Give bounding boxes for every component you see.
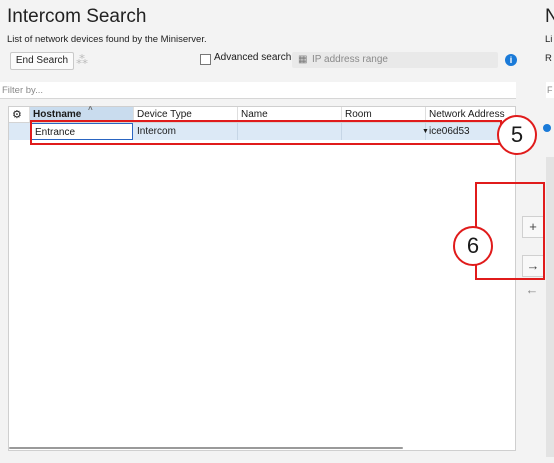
right-panel-filter-fragment: F	[547, 85, 553, 95]
filter-input[interactable]: Filter by...	[0, 82, 516, 99]
column-header-label: Hostname	[33, 109, 82, 120]
move-left-button[interactable]: ←	[522, 282, 542, 297]
filter-placeholder: Filter by...	[2, 85, 43, 96]
column-settings[interactable]: ⚙	[9, 107, 30, 122]
gear-icon[interactable]: ⚙	[12, 108, 22, 123]
info-icon[interactable]: i	[505, 54, 517, 66]
callout-5-badge: 5	[497, 115, 537, 155]
callout-5-highlight	[30, 120, 502, 145]
right-panel-list	[546, 157, 554, 457]
right-panel-indicator	[543, 124, 551, 132]
advanced-search-label: Advanced search:	[214, 52, 295, 63]
callout-6-badge: 6	[453, 226, 493, 266]
ip-range-placeholder: IP address range	[312, 54, 388, 65]
right-panel-row-fragment: R	[545, 53, 552, 64]
horizontal-scrollbar[interactable]	[9, 447, 403, 449]
right-panel-subtitle-fragment: Li	[545, 34, 553, 45]
advanced-search-checkbox[interactable]	[200, 54, 211, 65]
ip-range-input[interactable]: ▦ IP address range	[292, 52, 498, 68]
page-title: Intercom Search	[7, 6, 147, 27]
right-panel-title-fragment: N	[545, 6, 554, 27]
loading-spinner-icon: ⁂	[76, 53, 88, 67]
device-table: ⚙ ^ Hostname Device Type Name Room Netwo…	[8, 105, 516, 451]
page-subtitle: List of network devices found by the Min…	[7, 34, 207, 45]
end-search-button[interactable]: End Search	[10, 52, 74, 70]
network-icon: ▦	[298, 54, 308, 65]
sort-up-icon: ^	[88, 105, 93, 114]
